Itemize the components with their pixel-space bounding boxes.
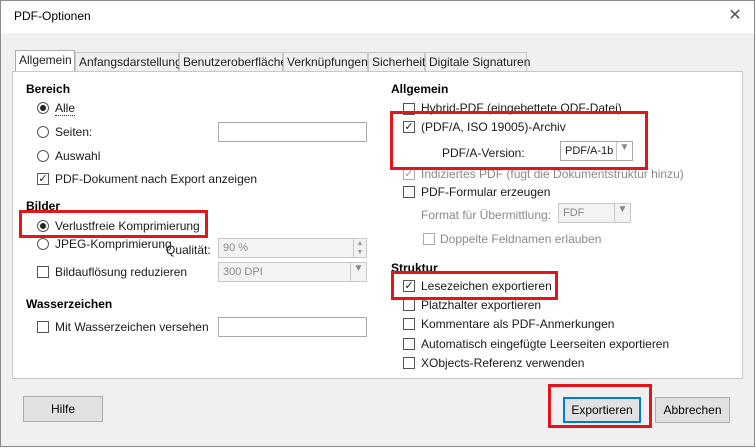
radio-auswahl-label: Auswahl bbox=[55, 149, 101, 163]
allgemein-heading: Allgemein bbox=[391, 82, 449, 96]
checkbox-create-form[interactable] bbox=[403, 186, 415, 198]
reduce-resolution-label: Bildauflösung reduzieren bbox=[55, 265, 188, 279]
bereich-heading: Bereich bbox=[26, 82, 71, 96]
export-button[interactable]: Exportieren bbox=[563, 397, 641, 423]
radio-alle-label: Alle bbox=[55, 101, 76, 116]
radio-jpeg-label: JPEG-Komprimierung bbox=[55, 237, 172, 251]
quality-spinbox[interactable]: 90 % ▲ ▼ bbox=[218, 238, 367, 258]
watermark-input[interactable] bbox=[218, 317, 367, 337]
submit-format-value: FDF bbox=[563, 207, 585, 219]
tab-allgemein[interactable]: Allgemein bbox=[15, 50, 75, 72]
chevron-down-icon: ▼ bbox=[614, 204, 630, 222]
highlight-bookmarks bbox=[391, 271, 558, 300]
radio-seiten-label: Seiten: bbox=[55, 125, 93, 139]
checkbox-comments[interactable] bbox=[403, 318, 415, 330]
highlight-pdfa bbox=[390, 111, 648, 170]
wasserzeichen-heading: Wasserzeichen bbox=[26, 297, 113, 311]
create-form-label: PDF-Formular erzeugen bbox=[421, 185, 551, 199]
cancel-button[interactable]: Abbrechen bbox=[655, 397, 730, 423]
dpi-dropdown[interactable]: 300 DPI ▼ bbox=[218, 262, 367, 282]
tab-anfangsdarstellung[interactable]: Anfangsdarstellung bbox=[75, 52, 182, 71]
watermark-label: Mit Wasserzeichen versehen bbox=[55, 320, 209, 334]
checkbox-xobjects[interactable] bbox=[403, 357, 415, 369]
submit-format-label: Format für Übermittlung: bbox=[421, 208, 552, 222]
quality-label: Qualität: bbox=[166, 243, 211, 257]
dup-fields-label: Doppelte Feldnamen erlauben bbox=[440, 232, 602, 246]
radio-seiten[interactable] bbox=[37, 126, 49, 138]
window-title: PDF-Optionen bbox=[14, 9, 91, 23]
checkbox-dup-fields[interactable] bbox=[423, 233, 435, 245]
checkbox-placeholders[interactable] bbox=[403, 299, 415, 311]
checkbox-reduce-resolution[interactable] bbox=[37, 266, 49, 278]
tab-digitale-signaturen[interactable]: Digitale Signaturen bbox=[425, 52, 530, 71]
checkbox-watermark[interactable] bbox=[37, 321, 49, 333]
submit-format-dropdown[interactable]: FDF ▼ bbox=[558, 203, 631, 223]
checkbox-show-after-export[interactable]: ✓ bbox=[37, 173, 49, 185]
spin-arrows-icon: ▲ ▼ bbox=[353, 239, 366, 257]
comments-label: Kommentare als PDF-Anmerkungen bbox=[421, 317, 615, 331]
close-icon[interactable]: ✕ bbox=[724, 6, 746, 26]
help-button[interactable]: Hilfe bbox=[23, 396, 103, 422]
highlight-lossless bbox=[19, 210, 208, 238]
checkbox-empty-pages[interactable] bbox=[403, 338, 415, 350]
radio-auswahl[interactable] bbox=[37, 150, 49, 162]
tab-benutzeroberflaeche[interactable]: Benutzeroberfläche bbox=[179, 52, 287, 71]
show-after-export-label: PDF-Dokument nach Export anzeigen bbox=[55, 172, 258, 186]
placeholders-label: Platzhalter exportieren bbox=[421, 298, 542, 312]
chevron-down-icon: ▼ bbox=[350, 263, 366, 281]
title-bar bbox=[1, 1, 754, 33]
quality-value: 90 % bbox=[223, 242, 249, 254]
xobjects-label: XObjects-Referenz verwenden bbox=[421, 356, 585, 370]
empty-pages-label: Automatisch eingefügte Leerseiten export… bbox=[421, 337, 670, 351]
radio-alle[interactable] bbox=[37, 102, 49, 114]
radio-jpeg[interactable] bbox=[37, 238, 49, 250]
dpi-value: 300 DPI bbox=[223, 266, 263, 278]
tab-sicherheit[interactable]: Sicherheit bbox=[368, 52, 425, 71]
seiten-input[interactable] bbox=[218, 122, 367, 142]
tab-verknuepfungen[interactable]: Verknüpfungen bbox=[283, 52, 368, 71]
